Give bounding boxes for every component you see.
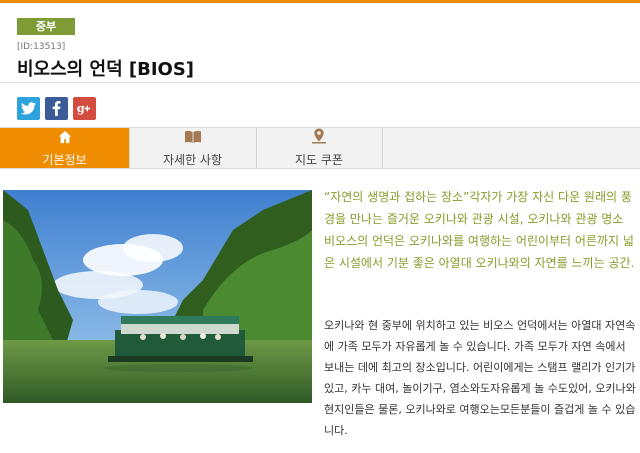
book-icon	[184, 129, 202, 148]
tab-label: 기본정보	[42, 152, 87, 167]
twitter-share-button[interactable]	[17, 97, 40, 120]
facebook-share-button[interactable]	[45, 97, 68, 120]
twitter-icon	[21, 102, 36, 115]
home-icon	[58, 129, 72, 148]
region-badge: 중부	[17, 18, 75, 35]
tab-bar: 기본정보 자세한 사항 지도 쿠폰	[0, 127, 640, 169]
svg-text:g: g	[77, 101, 85, 115]
facebook-icon	[52, 101, 61, 116]
tab-basic-info[interactable]: 기본정보	[0, 128, 130, 168]
page-title: 비오스의 언덕 [BIOS]	[17, 59, 195, 80]
bios-hill-boat-photo	[3, 190, 312, 403]
google-plus-icon: g	[76, 101, 93, 116]
item-id: [ID:13513]	[17, 42, 66, 52]
top-accent-line	[0, 0, 640, 3]
google-plus-share-button[interactable]: g	[73, 97, 96, 120]
tab-details[interactable]: 자세한 사항	[129, 128, 257, 168]
description-text: 오키나와 현 중부에 위치하고 있는 비오스 언덕에서는 아열대 자연속에 가족…	[324, 319, 636, 437]
intro-quote: “자연의 생명과 접하는 장소”각자가 가장 자신 다운 원래의 풍경을 만나는…	[324, 190, 635, 270]
tab-label: 지도 쿠폰	[295, 153, 343, 167]
title-divider	[0, 82, 640, 83]
tab-label: 자세한 사항	[162, 152, 222, 167]
map-pin-icon	[311, 128, 327, 148]
tab-map-coupon[interactable]: 지도 쿠폰	[256, 128, 383, 168]
